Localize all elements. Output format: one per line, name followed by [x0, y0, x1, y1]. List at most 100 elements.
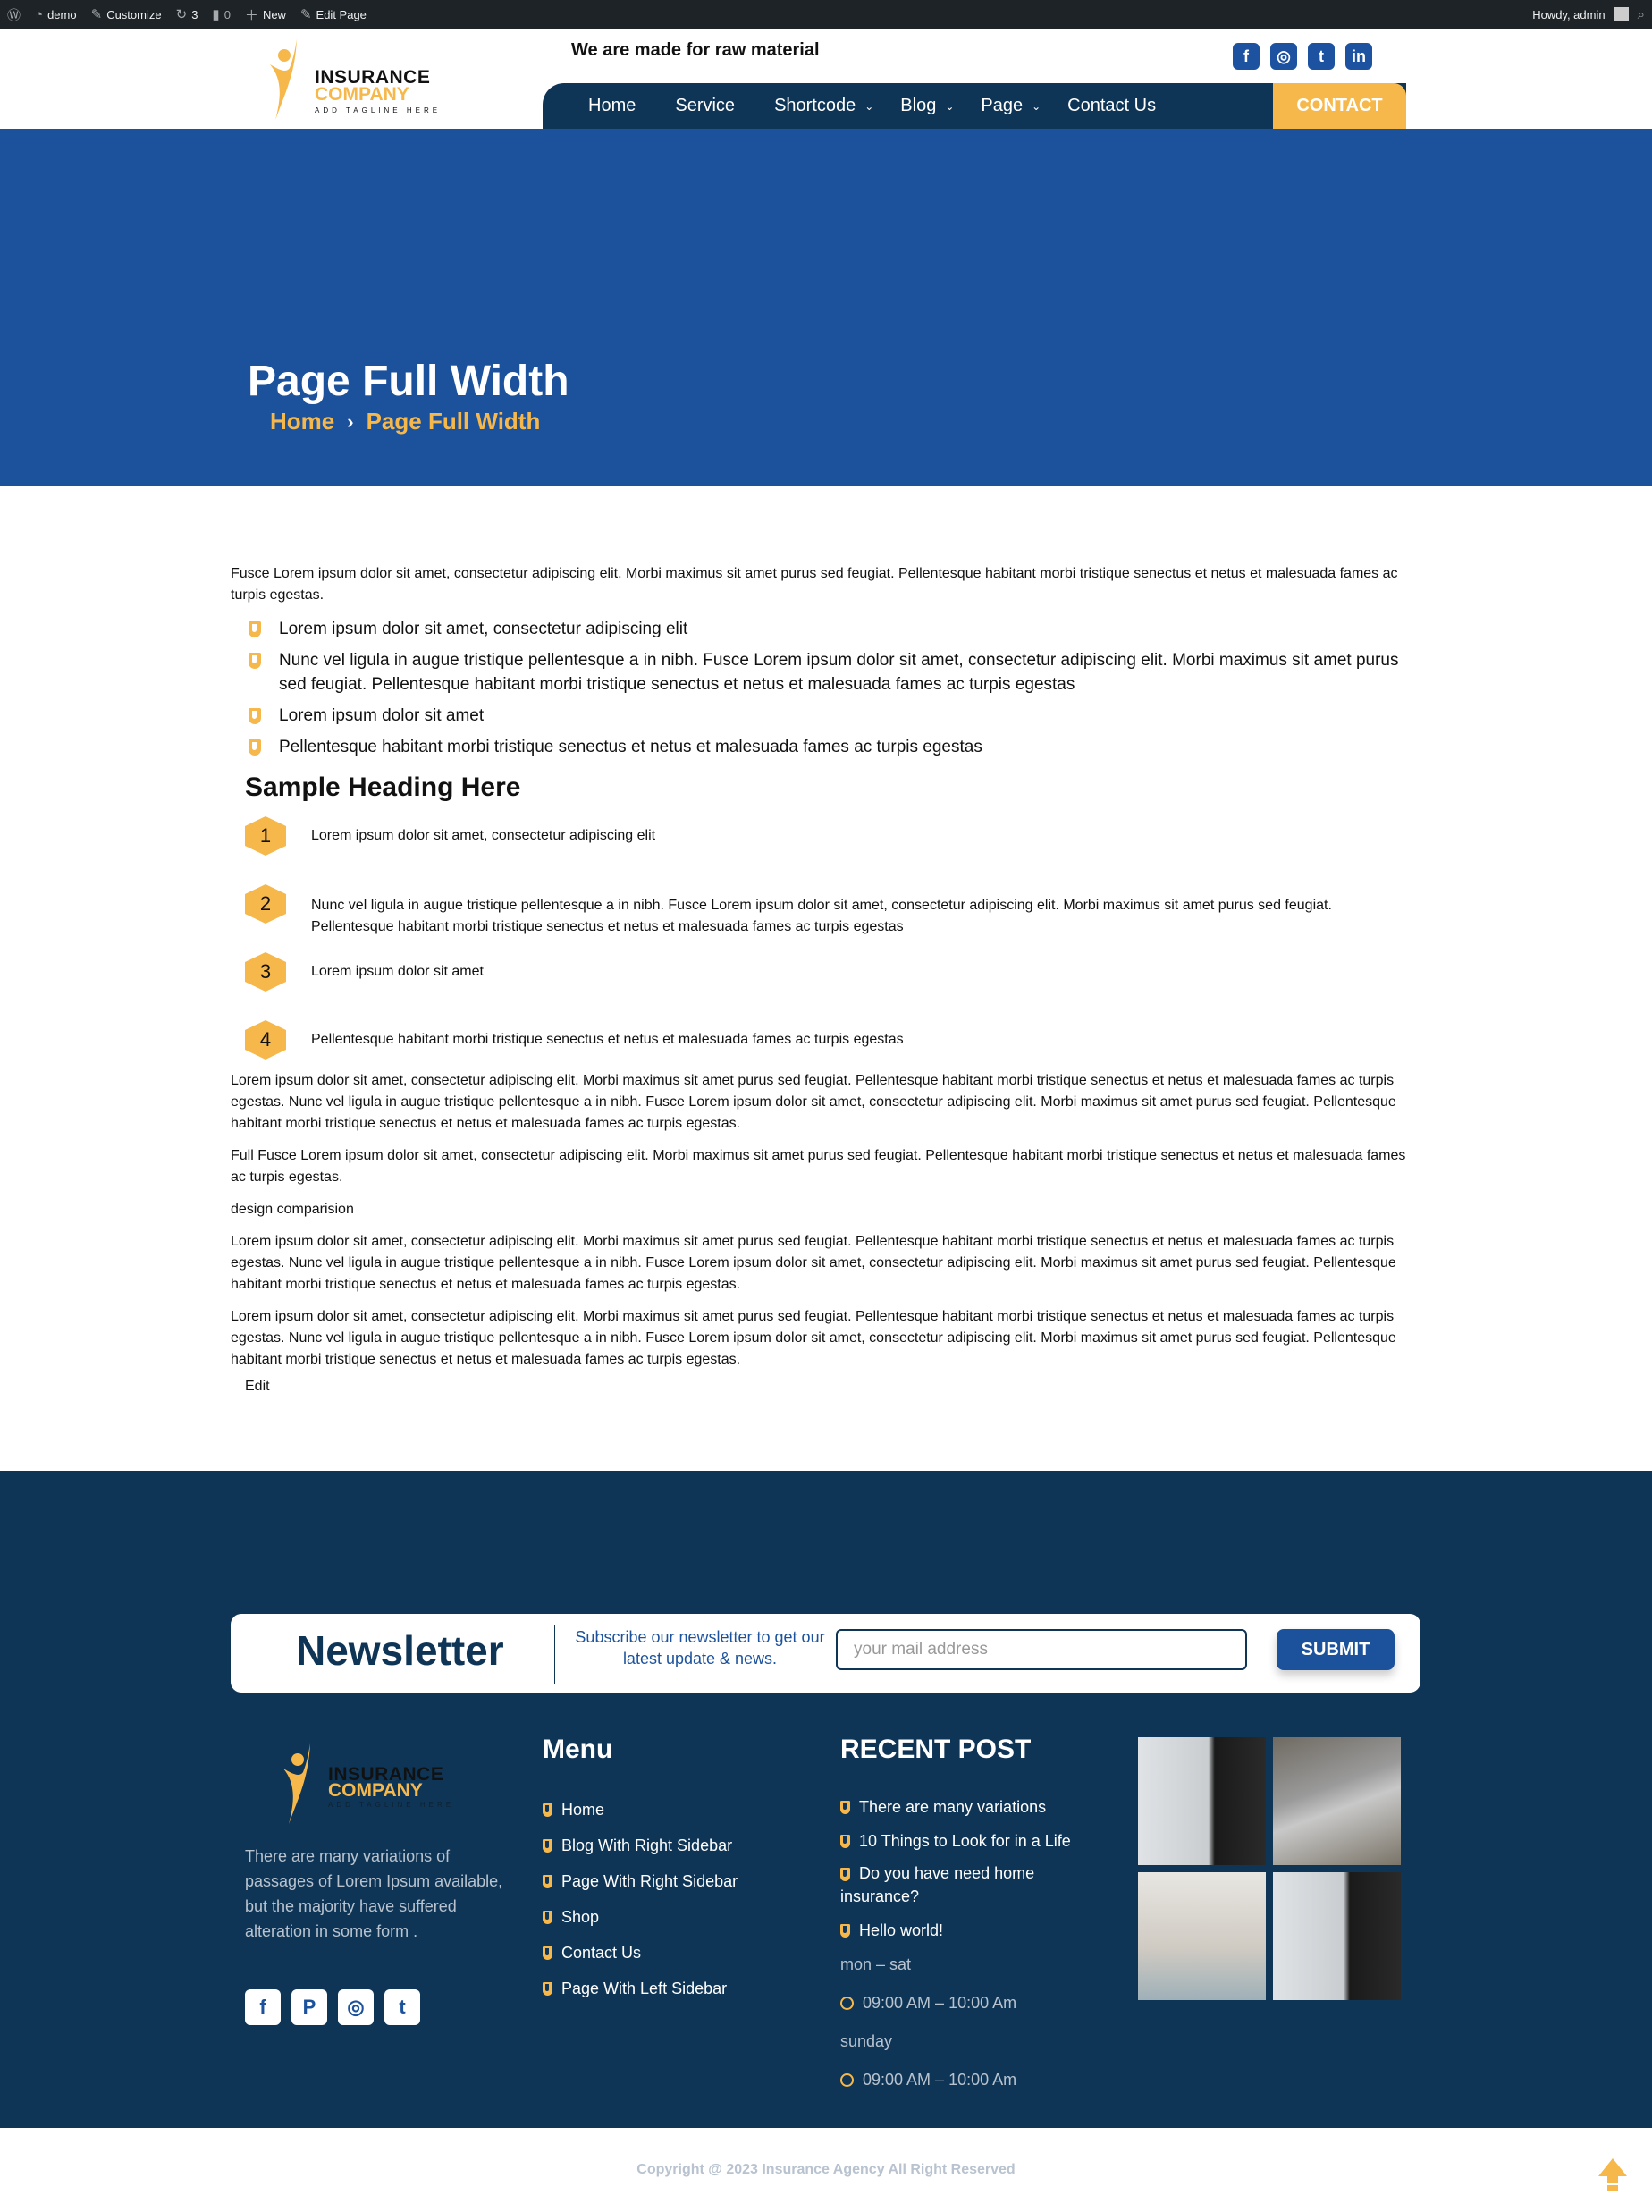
footer-menu-item[interactable]: Blog With Right Sidebar — [543, 1828, 738, 1863]
facebook-icon[interactable]: f — [1233, 43, 1260, 70]
list-item-text: Pellentesque habitant morbi tristique se… — [279, 738, 982, 756]
facebook-icon[interactable]: f — [245, 1989, 281, 2025]
logo-line2: COMPANY — [315, 84, 409, 105]
hours-time: 09:00 AM – 10:00 Am — [840, 1994, 1016, 2013]
list-item-text: Lorem ipsum dolor sit amet, consectetur … — [279, 620, 688, 638]
logo-line2: COMPANY — [328, 1780, 423, 1801]
nav-contact-us[interactable]: Contact Us — [1067, 96, 1156, 116]
clock-icon — [840, 2073, 854, 2087]
updates-count: 3 — [191, 7, 198, 21]
menu-label: Page With Left Sidebar — [561, 1979, 728, 1997]
shield-icon — [543, 1838, 552, 1853]
page-hero: Page Full Width Home › Page Full Width — [0, 129, 1652, 486]
breadcrumb-current: Page Full Width — [366, 408, 541, 435]
gallery-image-living-room[interactable] — [1138, 1872, 1266, 2000]
footer-menu-item[interactable]: Shop — [543, 1899, 738, 1935]
footer-menu-item[interactable]: Contact Us — [543, 1935, 738, 1971]
nav-shortcode[interactable]: Shortcode ⌄ — [774, 96, 873, 116]
copyright-text: Copyright @ 2023 Insurance Agency All Ri… — [636, 2162, 1016, 2177]
wp-admin-bar: Ⓦ ◔ demo ✎ Customize ↻ 3 ▮ 0 ＋ New ✎ Edit Page… — [0, 0, 1652, 29]
shield-icon — [543, 1981, 552, 1996]
admin-updates-link[interactable]: ↻ 3 — [176, 6, 198, 22]
shield-icon — [249, 739, 261, 756]
twitter-icon[interactable]: t — [1308, 43, 1335, 70]
howdy-account-link[interactable]: Howdy, admin — [1532, 8, 1605, 21]
shield-icon — [543, 1874, 552, 1888]
number-hexagon: 1 — [245, 816, 286, 856]
nav-page[interactable]: Page ⌄ — [981, 96, 1041, 116]
recent-post-list: There are many variations 10 Things to L… — [840, 1790, 1108, 1947]
clock-icon — [840, 1997, 854, 2010]
list-item-text: Lorem ipsum dolor sit amet — [279, 706, 485, 725]
logo-tagline: ADD TAGLINE HERE — [328, 1801, 455, 1809]
email-input[interactable] — [836, 1629, 1247, 1670]
shield-icon — [249, 708, 261, 724]
site-name: demo — [47, 7, 77, 21]
admin-new-link[interactable]: ＋ New — [245, 5, 286, 24]
numbered-item-text: Lorem ipsum dolor sit amet — [311, 964, 484, 979]
list-item-text: Nunc vel ligula in augue tristique pelle… — [279, 651, 1399, 694]
edit-link[interactable]: Edit — [245, 1376, 1406, 1397]
chevron-right-icon: › — [347, 409, 354, 433]
gallery-image-dining-2[interactable] — [1273, 1872, 1401, 2000]
nav-label: Blog — [900, 96, 937, 115]
newsletter-subtitle: Subscribe our newsletter to get our late… — [575, 1628, 825, 1667]
admin-site-link[interactable]: ◔ demo — [35, 7, 77, 22]
logo-tagline: ADD TAGLINE HERE — [315, 106, 442, 114]
gallery-image-dining[interactable] — [1138, 1737, 1266, 1865]
instagram-icon[interactable]: ◎ — [1270, 43, 1297, 70]
paragraph: Full Fusce Lorem ipsum dolor sit amet, c… — [231, 1148, 1406, 1185]
numbered-item-text: Lorem ipsum dolor sit amet, consectetur … — [311, 828, 656, 843]
nav-blog[interactable]: Blog ⌄ — [900, 96, 954, 116]
nav-home[interactable]: Home — [588, 96, 636, 116]
number-hexagon: 2 — [245, 884, 286, 924]
numbered-item: 1 Lorem ipsum dolor sit amet, consectetur… — [245, 816, 1406, 884]
admin-customize-link[interactable]: ✎ Customize — [91, 6, 162, 22]
recent-post-link[interactable]: Do you have need home insurance? — [840, 1858, 1108, 1913]
footer-social-links: f P ◎ t — [245, 1989, 420, 2025]
submit-button[interactable]: SUBMIT — [1277, 1629, 1395, 1670]
chevron-down-icon: ⌄ — [1032, 99, 1041, 113]
post-title: 10 Things to Look for in a Life — [859, 1831, 1071, 1850]
numbered-item: 2 Nunc vel ligula in augue tristique pell… — [245, 884, 1406, 952]
shield-icon — [543, 1946, 552, 1960]
search-icon[interactable]: ⌕ — [1638, 7, 1645, 22]
number-hexagon: 3 — [245, 952, 286, 992]
gallery-image-car[interactable] — [1273, 1737, 1401, 1865]
newsletter-title: Newsletter — [296, 1627, 504, 1674]
nav-label: Page — [981, 96, 1024, 115]
customize-label: Customize — [106, 7, 162, 21]
recent-post-link[interactable]: 10 Things to Look for in a Life — [840, 1824, 1108, 1858]
site-logo[interactable]: INSURANCE COMPANY ADD TAGLINE HERE — [259, 38, 447, 122]
paragraph: Lorem ipsum dolor sit amet, consectetur … — [231, 1309, 1396, 1367]
breadcrumb-home[interactable]: Home — [270, 408, 334, 435]
linkedin-icon[interactable]: in — [1345, 43, 1372, 70]
instagram-icon[interactable]: ◎ — [338, 1989, 374, 2025]
nav-service[interactable]: Service — [675, 96, 735, 116]
contact-button[interactable]: CONTACT — [1273, 83, 1406, 129]
admin-edit-page-link[interactable]: ✎ Edit Page — [300, 6, 367, 22]
admin-comments-link[interactable]: ▮ 0 — [212, 6, 231, 22]
site-footer — [0, 1471, 1652, 2132]
footer-menu-item[interactable]: Page With Right Sidebar — [543, 1863, 738, 1899]
footer-menu-item[interactable]: Home — [543, 1792, 738, 1828]
avatar[interactable] — [1614, 7, 1629, 21]
hours-time: 09:00 AM – 10:00 Am — [840, 2071, 1016, 2090]
breadcrumb: Home › Page Full Width — [270, 408, 540, 435]
recent-post-link[interactable]: Hello world! — [840, 1913, 1108, 1947]
footer-menu-item[interactable]: Page With Left Sidebar — [543, 1971, 738, 2006]
scroll-to-top-arrow-icon[interactable] — [1595, 2157, 1631, 2192]
wordpress-logo-icon[interactable]: Ⓦ — [7, 5, 21, 24]
comments-count: 0 — [223, 7, 231, 21]
recent-post-link[interactable]: There are many variations — [840, 1790, 1108, 1824]
pinterest-icon[interactable]: P — [291, 1989, 327, 2025]
refresh-icon: ↻ — [175, 7, 188, 22]
post-title: Do you have need home insurance? — [840, 1864, 1035, 1905]
shield-icon — [840, 1923, 850, 1938]
nav-label: Service — [675, 96, 736, 115]
hours-days: mon – sat — [840, 1955, 912, 1973]
shield-icon — [249, 653, 261, 669]
twitter-icon[interactable]: t — [384, 1989, 420, 2025]
footer-logo[interactable]: INSURANCE COMPANY ADD TAGLINE HERE — [273, 1742, 469, 1827]
dashboard-icon: ◔ — [35, 6, 44, 22]
